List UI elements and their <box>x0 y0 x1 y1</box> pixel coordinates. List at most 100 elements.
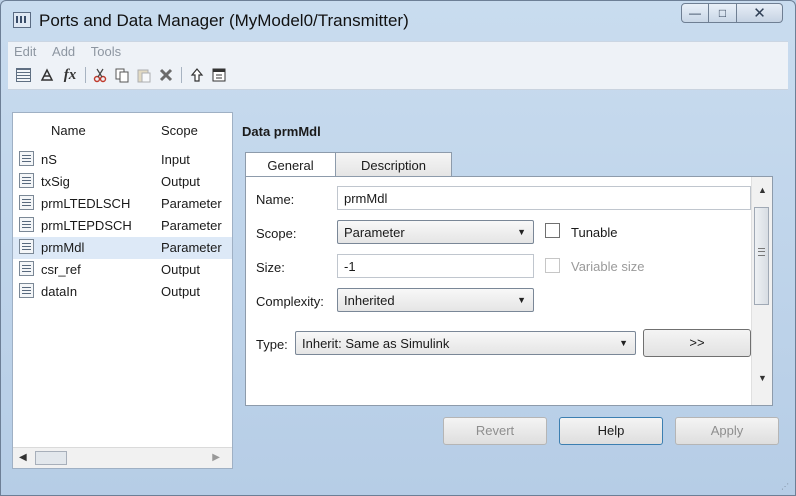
scroll-right-icon[interactable]: ▶ <box>212 452 220 463</box>
toolbar-separator <box>85 67 86 83</box>
ports-and-data-manager-window: Ports and Data Manager (MyModel0/Transmi… <box>0 0 796 496</box>
item-name: prmMdl <box>41 240 85 255</box>
help-button[interactable]: Help <box>559 417 663 445</box>
window-controls: — □ ✕ <box>681 3 783 25</box>
minimize-button[interactable]: — <box>681 3 709 23</box>
scroll-left-icon[interactable]: ◀ <box>19 452 27 463</box>
revert-button[interactable]: Revert <box>443 417 547 445</box>
grip-icon <box>758 248 765 256</box>
add-input-port-button[interactable] <box>37 66 57 84</box>
add-function-button[interactable]: fx <box>60 66 80 84</box>
list-item[interactable]: dataIn Output <box>13 281 232 303</box>
list-item[interactable]: prmLTEPDSCH Parameter <box>13 215 232 237</box>
tab-general[interactable]: General <box>245 152 336 177</box>
copy-button[interactable] <box>112 66 132 84</box>
general-tab-panel: Name: prmMdl Scope: Parameter ▼ Tunable … <box>245 176 773 406</box>
item-scope: Parameter <box>161 218 222 233</box>
window-title: Ports and Data Manager (MyModel0/Transmi… <box>39 11 409 30</box>
copy-icon <box>115 68 129 83</box>
scope-value: Parameter <box>344 225 405 240</box>
data-icon <box>19 151 34 166</box>
chevron-down-icon: ▼ <box>619 338 628 348</box>
list-item[interactable]: txSig Output <box>13 171 232 193</box>
menu-edit[interactable]: Edit <box>14 42 36 62</box>
item-scope: Output <box>161 284 201 299</box>
item-name: csr_ref <box>41 262 81 277</box>
close-button[interactable]: ✕ <box>737 3 783 23</box>
item-name: nS <box>41 152 57 167</box>
data-icon <box>19 195 34 210</box>
add-data-icon <box>15 68 31 82</box>
cut-button[interactable] <box>90 66 110 84</box>
tab-description[interactable]: Description <box>335 152 452 176</box>
scope-dropdown[interactable]: Parameter ▼ <box>337 220 534 244</box>
chevron-down-icon: ▼ <box>517 295 526 305</box>
name-label: Name: <box>256 192 295 207</box>
minimize-icon: — <box>689 6 701 20</box>
size-label: Size: <box>256 260 285 275</box>
delete-button[interactable] <box>156 66 176 84</box>
data-icon <box>19 283 34 298</box>
data-title: Data prmMdl <box>242 124 321 139</box>
complexity-value: Inherited <box>344 293 395 308</box>
menu-tools[interactable]: Tools <box>91 42 121 62</box>
data-properties-panel: Data prmMdl General Description Name: pr… <box>238 112 788 469</box>
scrollbar-thumb[interactable] <box>35 451 67 465</box>
vertical-scrollbar[interactable]: ▲ ▼ <box>751 177 772 405</box>
list-item[interactable]: csr_ref Output <box>13 259 232 281</box>
item-name: prmLTEPDSCH <box>41 218 132 233</box>
variable-size-label: Variable size <box>571 259 645 274</box>
title-bar[interactable]: Ports and Data Manager (MyModel0/Transmi… <box>1 1 795 41</box>
go-up-icon <box>190 68 204 82</box>
variable-size-checkbox[interactable] <box>545 258 560 273</box>
data-list-panel: Name Scope nS Input txSig Output prmLTED… <box>12 112 233 469</box>
data-icon <box>19 239 34 254</box>
item-scope: Parameter <box>161 196 222 211</box>
maximize-icon: □ <box>718 6 727 20</box>
tunable-checkbox[interactable] <box>545 223 560 238</box>
name-field[interactable]: prmMdl <box>337 186 751 210</box>
property-dialog-icon <box>212 68 226 82</box>
size-field[interactable]: -1 <box>337 254 534 278</box>
delete-icon <box>159 68 173 82</box>
item-scope: Output <box>161 174 201 189</box>
go-up-button[interactable] <box>187 66 207 84</box>
item-name: prmLTEDLSCH <box>41 196 131 211</box>
resize-grip-icon[interactable]: ⋰ <box>781 482 789 491</box>
data-type-assistant-button[interactable]: >> <box>643 329 751 357</box>
apply-button[interactable]: Apply <box>675 417 779 445</box>
list-item-selected[interactable]: prmMdl Parameter <box>13 237 232 259</box>
scroll-up-icon[interactable]: ▲ <box>758 185 767 195</box>
chevron-down-icon: ▼ <box>517 227 526 237</box>
item-name: txSig <box>41 174 70 189</box>
complexity-dropdown[interactable]: Inherited ▼ <box>337 288 534 312</box>
toolbar: fx <box>8 62 788 90</box>
add-data-button[interactable] <box>13 66 33 84</box>
item-name: dataIn <box>41 284 78 299</box>
menu-add[interactable]: Add <box>52 42 75 62</box>
add-input-port-icon <box>40 68 54 81</box>
scroll-down-icon[interactable]: ▼ <box>758 373 767 383</box>
type-dropdown[interactable]: Inherit: Same as Simulink ▼ <box>295 331 636 355</box>
paste-button[interactable] <box>134 66 154 84</box>
data-icon <box>19 173 34 188</box>
paste-icon <box>137 69 151 83</box>
item-scope: Parameter <box>161 240 222 255</box>
column-header-scope[interactable]: Scope <box>161 123 198 138</box>
type-label: Type: <box>256 337 288 352</box>
close-icon: ✕ <box>753 5 766 22</box>
list-item[interactable]: nS Input <box>13 149 232 171</box>
scrollbar-thumb[interactable] <box>754 207 769 305</box>
menu-bar: Edit Add Tools <box>8 41 788 62</box>
maximize-button[interactable]: □ <box>709 3 737 23</box>
property-dialog-button[interactable] <box>209 66 229 84</box>
horizontal-scrollbar[interactable]: ◀ ▶ <box>13 447 232 468</box>
toolbar-separator <box>181 67 182 83</box>
tunable-label: Tunable <box>571 225 618 240</box>
fx-icon: fx <box>63 66 77 83</box>
item-scope: Input <box>161 152 190 167</box>
data-icon <box>19 261 34 276</box>
complexity-label: Complexity: <box>256 294 324 309</box>
column-header-name[interactable]: Name <box>51 123 86 138</box>
list-item[interactable]: prmLTEDLSCH Parameter <box>13 193 232 215</box>
